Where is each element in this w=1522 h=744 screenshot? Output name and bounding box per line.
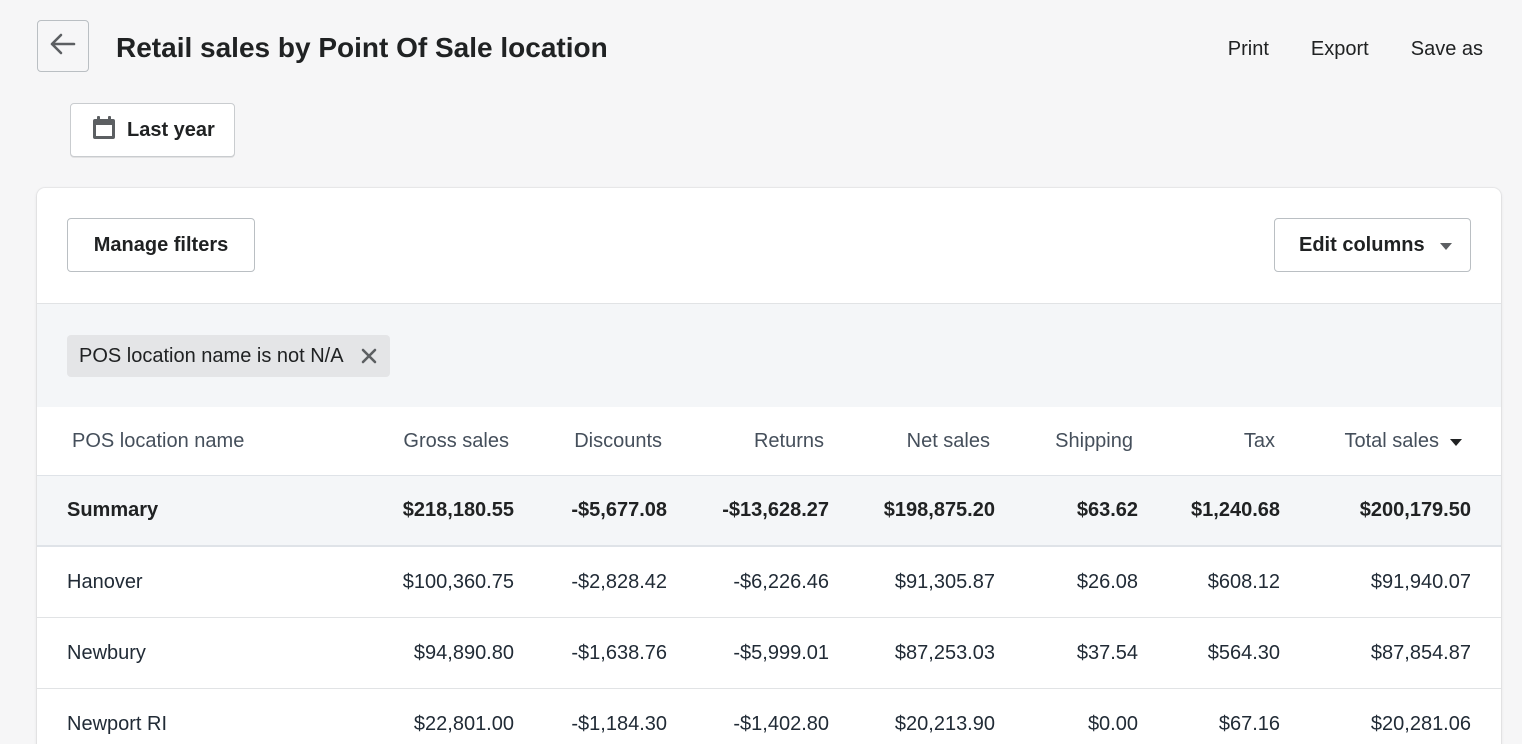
column-header-shipping[interactable]: Shipping	[995, 407, 1138, 476]
report-page: Retail sales by Point Of Sale location P…	[0, 0, 1522, 744]
back-button[interactable]	[37, 20, 89, 72]
sort-descending-icon	[1449, 430, 1463, 453]
table-row: Newbury $94,890.80 -$1,638.76 -$5,999.01…	[37, 617, 1501, 689]
table-cell: $22,801.00	[337, 688, 514, 744]
summary-cell: $218,180.55	[337, 475, 514, 547]
summary-cell: $63.62	[995, 475, 1138, 547]
table-cell: $20,281.06	[1280, 688, 1501, 744]
page-title: Retail sales by Point Of Sale location	[116, 32, 608, 63]
table-cell: -$1,638.76	[514, 617, 667, 689]
column-header-total-sales[interactable]: Total sales	[1280, 407, 1501, 476]
column-header-tax[interactable]: Tax	[1138, 407, 1280, 476]
table-cell: Hanover	[37, 546, 337, 618]
column-header-discounts[interactable]: Discounts	[514, 407, 667, 476]
date-range-button[interactable]: Last year	[70, 103, 235, 157]
report-table: POS location name Gross sales Discounts …	[37, 407, 1501, 744]
manage-filters-label: Manage filters	[93, 233, 229, 256]
table-cell: $608.12	[1138, 546, 1280, 618]
table-cell: $0.00	[995, 688, 1138, 744]
table-cell: Newbury	[37, 617, 337, 689]
card-toolbar: Manage filters Edit columns	[37, 188, 1501, 304]
export-button[interactable]: Export	[1311, 32, 1369, 66]
header-actions: Print Export Save as	[1228, 32, 1483, 66]
save-as-button[interactable]: Save as	[1411, 32, 1483, 66]
table-row: Hanover $100,360.75 -$2,828.42 -$6,226.4…	[37, 546, 1501, 618]
table-cell: $37.54	[995, 617, 1138, 689]
table-cell: $20,213.90	[829, 688, 995, 744]
summary-cell: $198,875.20	[829, 475, 995, 547]
summary-cell: $1,240.68	[1138, 475, 1280, 547]
table-cell: $87,854.87	[1280, 617, 1501, 689]
table-cell: $26.08	[995, 546, 1138, 618]
table-cell: -$1,402.80	[667, 688, 829, 744]
table-cell: $67.16	[1138, 688, 1280, 744]
table-cell: $94,890.80	[337, 617, 514, 689]
table-cell: -$6,226.46	[667, 546, 829, 618]
caret-down-icon	[1439, 234, 1453, 257]
table-cell: $91,940.07	[1280, 546, 1501, 618]
arrow-left-icon	[50, 33, 76, 60]
applied-filters: POS location name is not N/A	[37, 304, 1501, 407]
filter-tag-label: POS location name is not N/A	[79, 344, 344, 367]
table-row: Newport RI $22,801.00 -$1,184.30 -$1,402…	[37, 688, 1501, 744]
summary-cell: -$13,628.27	[667, 475, 829, 547]
column-header-pos-location[interactable]: POS location name	[37, 407, 337, 476]
column-header-gross-sales[interactable]: Gross sales	[337, 407, 514, 476]
summary-row: Summary $218,180.55 -$5,677.08 -$13,628.…	[37, 475, 1501, 547]
table-cell: $564.30	[1138, 617, 1280, 689]
print-button[interactable]: Print	[1228, 32, 1269, 66]
column-header-total-sales-label: Total sales	[1344, 429, 1440, 452]
table-cell: $87,253.03	[829, 617, 995, 689]
date-range-label: Last year	[127, 118, 215, 141]
filter-tag: POS location name is not N/A	[67, 335, 390, 377]
edit-columns-button[interactable]: Edit columns	[1274, 218, 1471, 272]
column-header-returns[interactable]: Returns	[667, 407, 829, 476]
calendar-icon	[91, 115, 117, 146]
table-cell: $91,305.87	[829, 546, 995, 618]
table-header-row: POS location name Gross sales Discounts …	[37, 407, 1501, 476]
summary-cell: $200,179.50	[1280, 475, 1501, 547]
summary-cell: Summary	[37, 475, 337, 547]
column-header-net-sales[interactable]: Net sales	[829, 407, 995, 476]
manage-filters-button[interactable]: Manage filters	[67, 218, 255, 272]
table-cell: -$5,999.01	[667, 617, 829, 689]
report-card: Manage filters Edit columns POS location…	[37, 188, 1501, 744]
table-cell: -$1,184.30	[514, 688, 667, 744]
table-cell: -$2,828.42	[514, 546, 667, 618]
table-cell: Newport RI	[37, 688, 337, 744]
edit-columns-label: Edit columns	[1299, 233, 1425, 256]
close-icon[interactable]	[360, 347, 378, 365]
table-cell: $100,360.75	[337, 546, 514, 618]
summary-cell: -$5,677.08	[514, 475, 667, 547]
